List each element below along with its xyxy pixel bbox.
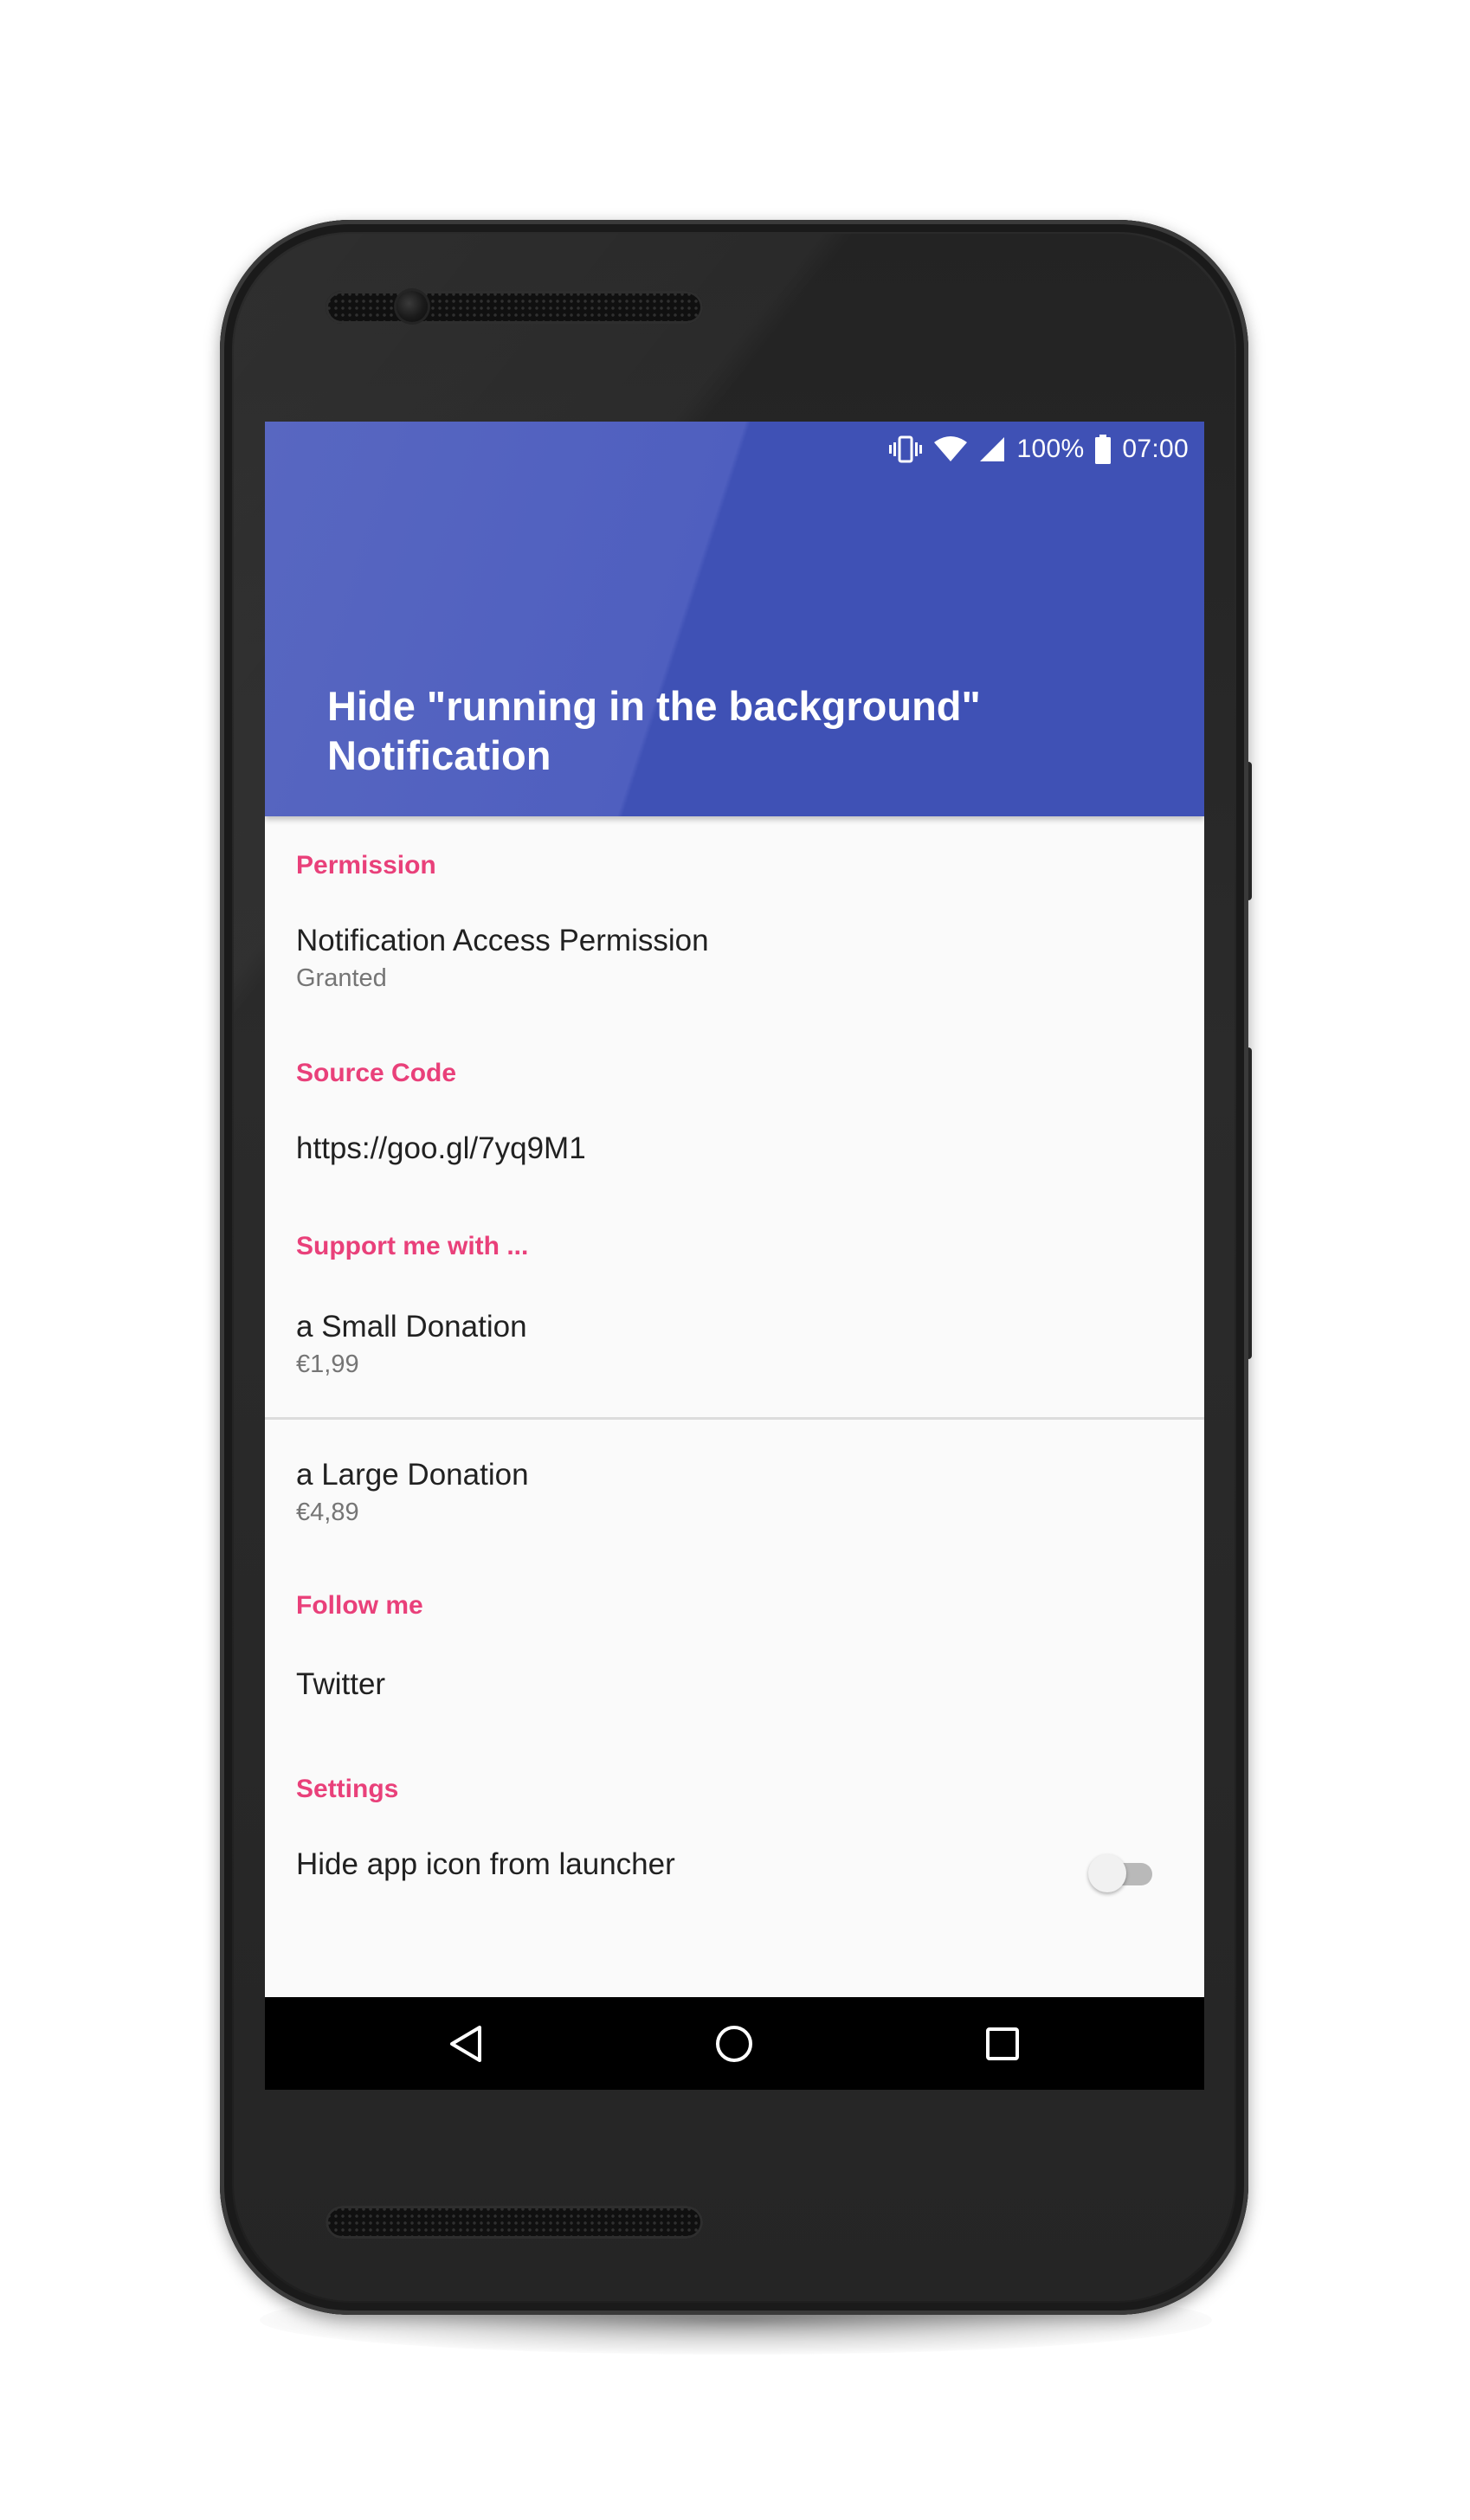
app-bar: 100% 07:00 Hide "running in the backgrou… (265, 422, 1204, 816)
section-header-follow: Follow me (296, 1591, 423, 1620)
toggle-thumb (1088, 1854, 1126, 1892)
pref-hide-app-icon[interactable]: Hide app icon from launcher (265, 1835, 1204, 1920)
page-title-line2: Notification (327, 732, 551, 778)
pref-small-donation[interactable]: a Small Donation €1,99 (265, 1298, 1204, 1417)
top-speaker (326, 291, 703, 324)
back-button[interactable] (442, 2020, 490, 2068)
wifi-icon (933, 435, 968, 463)
clock: 07:00 (1122, 435, 1189, 463)
battery-percent: 100% (1016, 435, 1085, 463)
pref-notification-access[interactable]: Notification Access Permission Granted (265, 912, 1204, 1041)
pref-title: Twitter (296, 1667, 386, 1701)
pref-twitter[interactable]: Twitter (265, 1655, 1204, 1743)
signal-icon (978, 435, 1006, 463)
screen: 100% 07:00 Hide "running in the backgrou… (265, 422, 1204, 2090)
section-header-support: Support me with ... (296, 1232, 529, 1260)
battery-icon (1094, 435, 1112, 464)
home-button[interactable] (710, 2020, 758, 2068)
pref-summary: €1,99 (296, 1350, 359, 1378)
home-icon (716, 2026, 752, 2062)
back-icon (450, 2026, 481, 2062)
page-title-line1: Hide "running in the background" (327, 683, 981, 729)
pref-summary: €4,89 (296, 1498, 359, 1526)
section-header-settings: Settings (296, 1775, 399, 1803)
stage: 100% 07:00 Hide "running in the backgrou… (0, 0, 1470, 2520)
page-title: Hide "running in the background" Notific… (327, 681, 1106, 780)
pref-title: Notification Access Permission (296, 924, 709, 957)
bottom-speaker (326, 2206, 703, 2239)
preference-list: Permission Notification Access Permissio… (265, 816, 1204, 1920)
pref-title: https://goo.gl/7yq9M1 (296, 1131, 586, 1165)
hide-icon-toggle[interactable] (1088, 1853, 1154, 1892)
pref-title: Hide app icon from launcher (296, 1847, 675, 1881)
recents-button[interactable] (978, 2020, 1027, 2068)
status-bar: 100% 07:00 (888, 430, 1189, 468)
vibrate-icon (888, 434, 923, 465)
pref-large-donation[interactable]: a Large Donation €4,89 (265, 1420, 1204, 1550)
pref-title: a Large Donation (296, 1458, 529, 1492)
section-header-source-code: Source Code (296, 1059, 457, 1087)
pref-title: a Small Donation (296, 1310, 527, 1344)
front-camera (397, 291, 428, 322)
section-header-permission: Permission (296, 851, 436, 880)
pref-summary: Granted (296, 964, 387, 992)
pref-source-code-link[interactable]: https://goo.gl/7yq9M1 (265, 1119, 1204, 1204)
recents-icon (986, 2027, 1019, 2060)
navigation-bar (265, 1997, 1204, 2090)
